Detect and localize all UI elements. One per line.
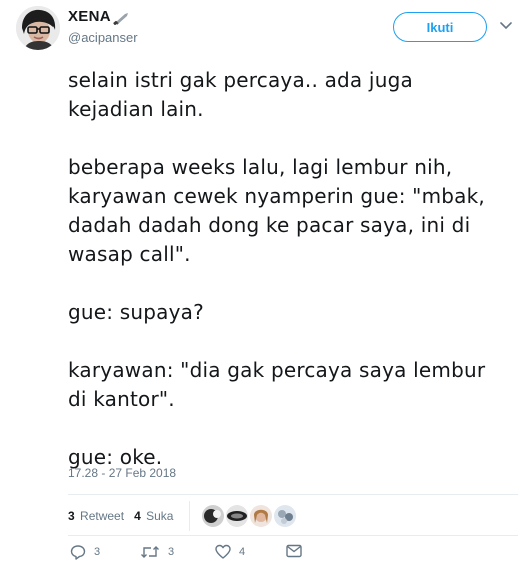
reply-count: 3 [94,546,101,558]
tweet-paragraph: gue: supaya? [68,300,204,324]
envelope-icon [286,544,302,558]
liker-avatar[interactable] [226,505,249,527]
tweet-header: XENA @acipanser Ikuti [0,0,531,58]
like-stat[interactable]: 4 Suka [134,509,173,523]
like-stat-label: Suka [146,509,174,523]
author-handle[interactable]: @acipanser [68,30,138,45]
chevron-down-icon[interactable] [500,22,512,30]
reply-button[interactable]: 3 [70,544,100,560]
liker-avatar[interactable] [202,505,225,527]
retweet-stat-label: Retweet [80,509,125,523]
retweet-count: 3 [168,546,175,558]
tweet-text: selain istri gak percaya.. ada juga keja… [68,66,523,472]
like-button[interactable]: 4 [215,544,245,560]
stat-separator [189,501,191,531]
knife-emoji-icon [113,10,131,25]
tweet-paragraph: karyawan: "dia gak percaya saya lembur d… [68,358,486,411]
author-display-name[interactable]: XENA [68,8,111,25]
tweet-paragraph: beberapa weeks lalu, lagi lembur nih, ka… [68,155,485,266]
heart-icon [215,544,231,559]
liker-avatar[interactable] [274,505,297,527]
retweet-button[interactable]: 3 [140,544,174,560]
retweet-stat[interactable]: 3 Retweet [68,509,124,523]
tweet-timestamp[interactable]: 17.28 - 27 Feb 2018 [68,466,176,480]
like-stat-count: 4 [134,509,141,523]
reply-icon [70,545,86,560]
follow-button[interactable]: Ikuti [393,12,487,42]
tweet-stats: 3 Retweet 4 Suka [68,497,518,535]
direct-message-button[interactable] [286,544,302,558]
liker-avatars [202,505,298,527]
retweet-stat-count: 3 [68,509,75,523]
tweet-actions: 3 3 4 [68,544,518,568]
retweet-icon [141,546,159,558]
like-count: 4 [239,546,246,558]
divider [68,535,518,536]
author-name-row[interactable]: XENA [68,8,131,25]
liker-avatar[interactable] [250,505,273,527]
author-avatar[interactable] [16,6,60,50]
tweet-paragraph: selain istri gak percaya.. ada juga keja… [68,68,413,121]
divider [68,494,518,495]
